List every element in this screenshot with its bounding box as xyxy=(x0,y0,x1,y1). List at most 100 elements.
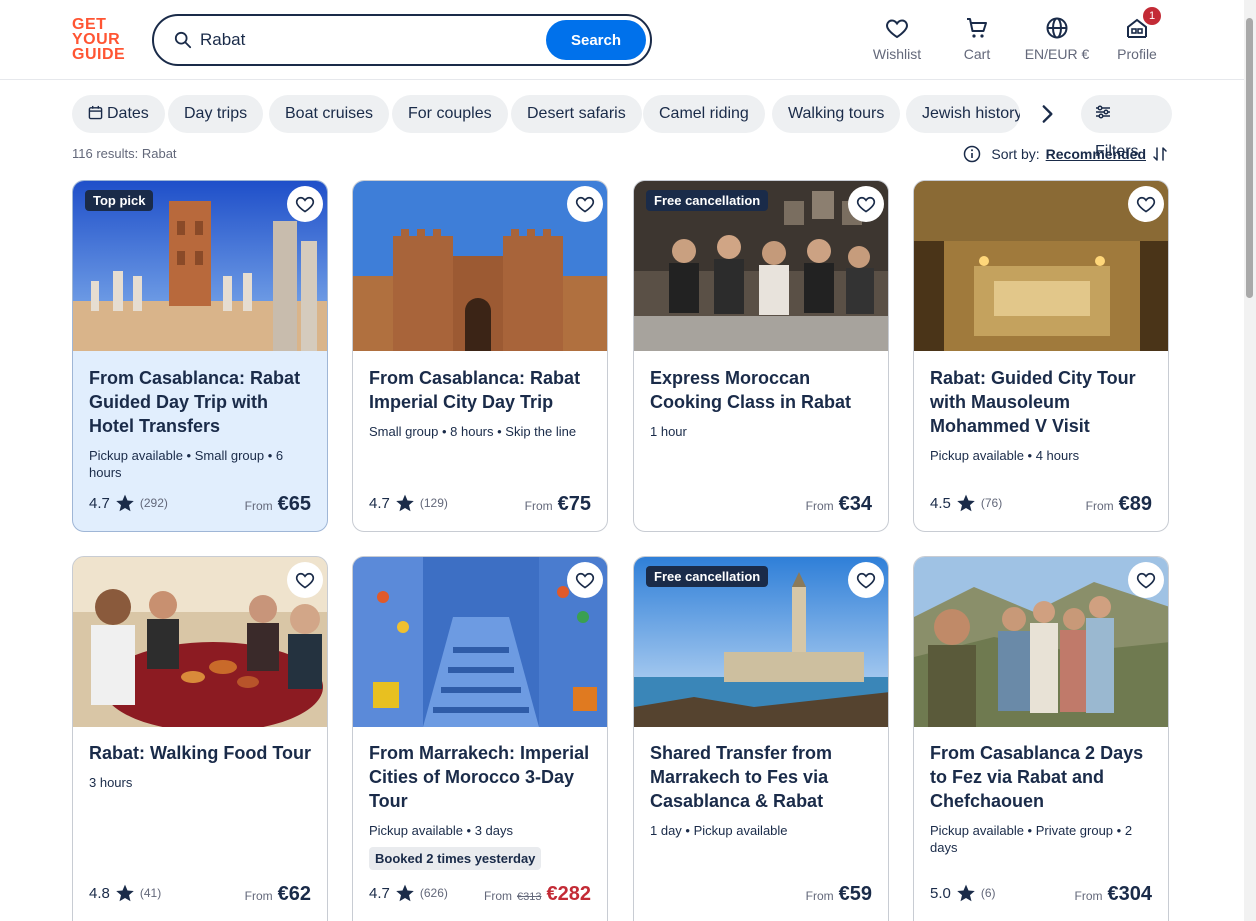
card-title[interactable]: Shared Transfer from Marrakech to Fes vi… xyxy=(650,741,875,813)
getyourguide-logo[interactable]: GET YOUR GUIDE xyxy=(72,17,130,65)
card-title[interactable]: From Marrakech: Imperial Cities of Moroc… xyxy=(369,741,594,813)
card-meta: Pickup available • Private group • 2 day… xyxy=(930,823,1133,855)
card-price: From €59 xyxy=(805,883,872,905)
wishlist-heart-button[interactable] xyxy=(287,186,323,222)
card-title[interactable]: From Casablanca: Rabat Guided Day Trip w… xyxy=(89,366,314,438)
heart-icon xyxy=(295,196,315,213)
star-icon xyxy=(957,494,975,512)
wishlist-heart-button[interactable] xyxy=(567,186,603,222)
chip-walking-tours[interactable]: Walking tours xyxy=(772,95,901,133)
card-title[interactable]: Rabat: Guided City Tour with Mausoleum M… xyxy=(930,366,1155,438)
category-chips: Dates Day trips Boat cruises For couples… xyxy=(72,95,1172,160)
chip-jewish-history[interactable]: Jewish history xyxy=(906,95,1020,133)
site-header: GET YOUR GUIDE Search Wishlist Cart EN/E… xyxy=(0,0,1256,80)
chip-for-couples[interactable]: For couples xyxy=(392,95,508,133)
filters-button[interactable]: Filters xyxy=(1081,95,1172,160)
card-title[interactable]: Express Moroccan Cooking Class in Rabat xyxy=(650,366,875,414)
card-meta: Pickup available • Small group • 6 hours xyxy=(89,448,284,480)
activity-card[interactable]: Free cancellation Express Moroccan Cooki… xyxy=(633,180,889,532)
heart-icon xyxy=(1136,196,1156,213)
review-count: (76) xyxy=(980,496,1003,510)
sort-value[interactable]: Recommended xyxy=(1046,146,1146,162)
review-count: (6) xyxy=(980,886,996,900)
chip-camel-riding[interactable]: Camel riding xyxy=(643,95,765,133)
locale-selector[interactable]: EN/EUR € xyxy=(1017,14,1097,66)
search-input[interactable] xyxy=(200,26,530,54)
star-icon xyxy=(116,884,134,902)
info-icon[interactable] xyxy=(963,145,981,163)
chip-dates[interactable]: Dates xyxy=(72,95,165,133)
rating-value: 5.0 xyxy=(930,884,951,902)
star-icon xyxy=(396,494,414,512)
wishlist-heart-button[interactable] xyxy=(567,562,603,598)
calendar-icon xyxy=(88,105,103,120)
price-amount: €89 xyxy=(1118,493,1152,515)
search-button[interactable]: Search xyxy=(546,20,646,60)
price-amount: €59 xyxy=(838,883,872,905)
card-meta: 1 day • Pickup available xyxy=(650,823,788,838)
booked-badge: Booked 2 times yesterday xyxy=(369,847,542,870)
heart-icon xyxy=(856,196,876,213)
profile-notification-badge: 1 xyxy=(1143,7,1161,25)
card-price: From €89 xyxy=(1085,493,1152,515)
wishlist-heart-button[interactable] xyxy=(287,562,323,598)
review-count: (129) xyxy=(419,496,448,510)
chevron-right-icon[interactable] xyxy=(1034,101,1060,127)
wishlist-heart-button[interactable] xyxy=(848,186,884,222)
card-title[interactable]: Rabat: Walking Food Tour xyxy=(89,741,314,765)
profile-link[interactable]: 1 Profile xyxy=(1097,7,1177,66)
wishlist-heart-button[interactable] xyxy=(1128,562,1164,598)
card-title[interactable]: From Casablanca 2 Days to Fez via Rabat … xyxy=(930,741,1155,813)
card-rating: 5.0 (6) xyxy=(930,883,996,903)
wishlist-label: Wishlist xyxy=(872,46,922,62)
activity-card[interactable]: From Marrakech: Imperial Cities of Moroc… xyxy=(352,556,608,921)
price-amount: €304 xyxy=(1107,883,1153,905)
locale-label: EN/EUR € xyxy=(1024,46,1090,62)
heart-icon xyxy=(1136,572,1156,589)
card-meta: 3 hours xyxy=(89,775,133,790)
activity-card[interactable]: From Casablanca 2 Days to Fez via Rabat … xyxy=(913,556,1169,921)
chip-boat-cruises[interactable]: Boat cruises xyxy=(269,95,390,133)
card-price: From €62 xyxy=(244,883,311,905)
card-rating: 4.5 (76) xyxy=(930,493,1002,513)
activity-card[interactable]: Top pick From Casablanca: Rabat Guided D… xyxy=(72,180,328,532)
wishlist-heart-button[interactable] xyxy=(848,562,884,598)
review-count: (626) xyxy=(419,886,448,900)
activity-card[interactable]: From Casablanca: Rabat Imperial City Day… xyxy=(352,180,608,532)
card-price: From €75 xyxy=(524,493,591,515)
activity-card[interactable]: Rabat: Walking Food Tour 3 hours 4.8 (41… xyxy=(72,556,328,921)
heart-icon xyxy=(886,19,908,39)
profile-label: Profile xyxy=(1117,46,1157,62)
activity-card[interactable]: Rabat: Guided City Tour with Mausoleum M… xyxy=(913,180,1169,532)
card-price: From €304 xyxy=(1074,883,1153,905)
star-icon xyxy=(116,494,134,512)
wishlist-link[interactable]: Wishlist xyxy=(857,14,937,66)
price-amount: €282 xyxy=(546,883,592,905)
card-title[interactable]: From Casablanca: Rabat Imperial City Day… xyxy=(369,366,594,414)
card-meta: 1 hour xyxy=(650,424,687,439)
price-amount: €65 xyxy=(277,493,311,515)
free-cancellation-badge: Free cancellation xyxy=(646,566,769,587)
wishlist-heart-button[interactable] xyxy=(1128,186,1164,222)
price-amount: €34 xyxy=(838,493,872,515)
card-price: From €34 xyxy=(805,493,872,515)
rating-value: 4.8 xyxy=(89,884,110,902)
heart-icon xyxy=(295,572,315,589)
rating-value: 4.7 xyxy=(89,494,110,512)
scrollbar-thumb[interactable] xyxy=(1246,18,1253,298)
page-scrollbar[interactable] xyxy=(1244,0,1256,921)
cart-link[interactable]: Cart xyxy=(937,14,1017,66)
price-amount: €62 xyxy=(277,883,311,905)
rating-value: 4.7 xyxy=(369,884,390,902)
rating-value: 4.5 xyxy=(930,494,951,512)
chip-day-trips[interactable]: Day trips xyxy=(168,95,264,133)
chip-desert-safaris[interactable]: Desert safaris xyxy=(511,95,642,133)
sort-control[interactable]: Sort by: Recommended xyxy=(963,143,1168,165)
activity-card[interactable]: Free cancellation Shared Transfer from M… xyxy=(633,556,889,921)
card-rating: 4.8 (41) xyxy=(89,883,161,903)
card-meta: Small group • 8 hours • Skip the line xyxy=(369,424,577,439)
free-cancellation-badge: Free cancellation xyxy=(646,190,769,211)
star-icon xyxy=(396,884,414,902)
results-count: 116 results: Rabat xyxy=(72,146,177,161)
card-price: From €65 xyxy=(244,493,311,515)
